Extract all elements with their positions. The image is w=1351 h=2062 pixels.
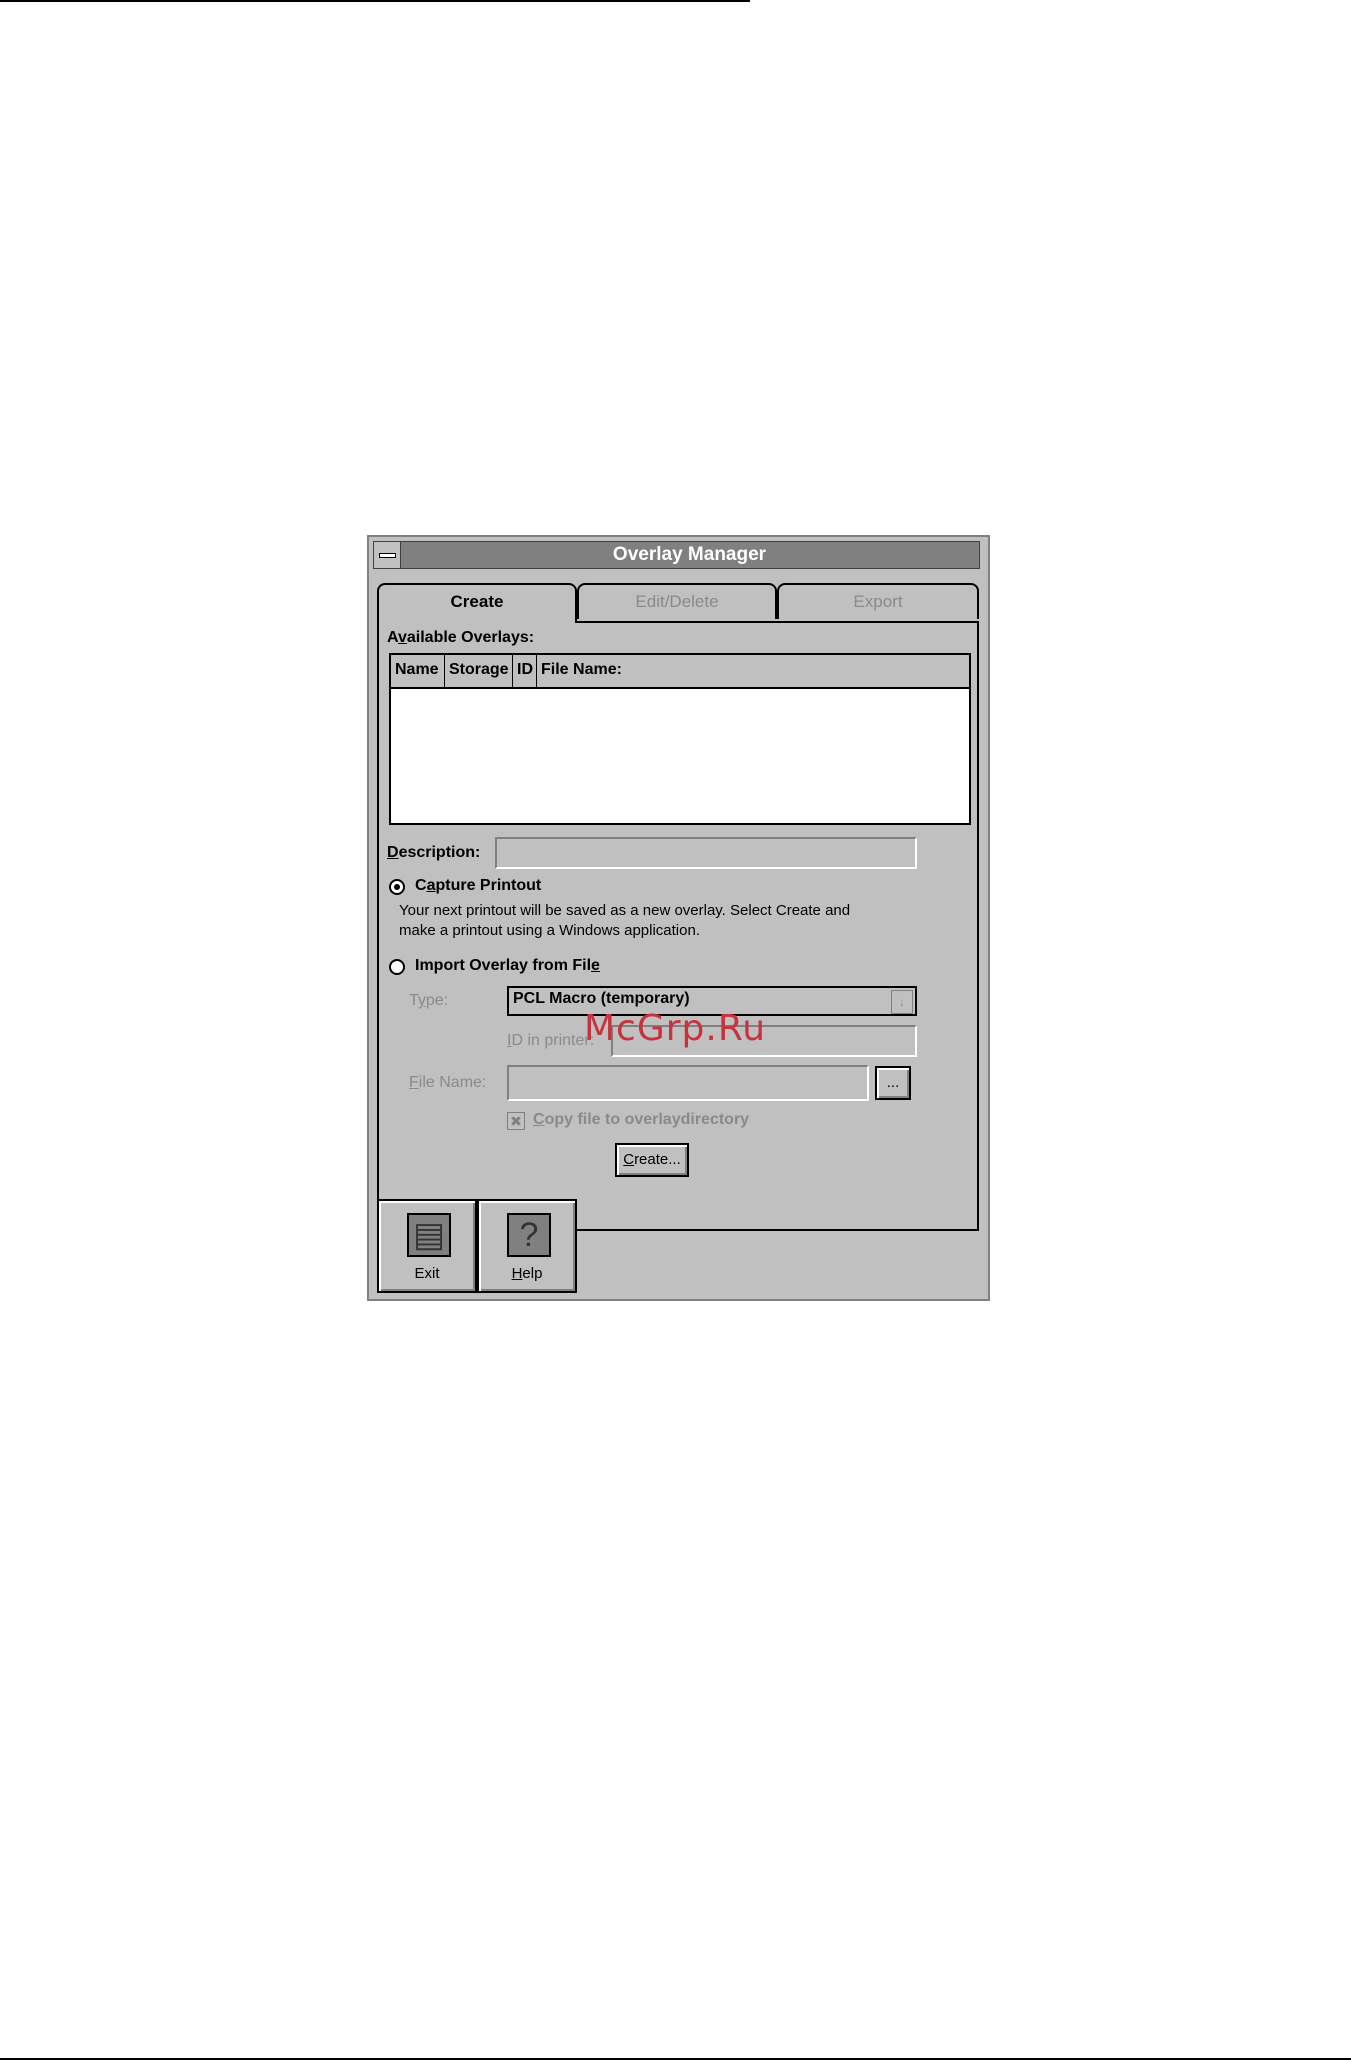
file-name-field[interactable]: [507, 1065, 869, 1101]
column-file-name[interactable]: File Name:: [537, 655, 969, 687]
title-bar: Overlay Manager: [373, 541, 980, 569]
description-field[interactable]: [495, 837, 917, 869]
browse-button[interactable]: ...: [875, 1066, 911, 1100]
overlay-manager-window: Overlay Manager Create Edit/Delete Expor…: [367, 535, 990, 1301]
dropdown-arrow-icon[interactable]: ↓: [891, 990, 913, 1014]
available-overlays-label: Available Overlays:: [387, 629, 535, 646]
create-panel: Available Overlays: Name Storage ID File…: [377, 621, 979, 1231]
capture-printout-label[interactable]: Capture Printout: [415, 877, 541, 895]
question-mark-icon: ?: [507, 1213, 551, 1257]
bottom-rule: [0, 2058, 1351, 2060]
tab-edit-delete[interactable]: Edit/Delete: [577, 583, 777, 619]
exit-door-icon: ▤: [407, 1213, 451, 1257]
tab-create[interactable]: Create: [377, 583, 577, 623]
window-title: Overlay Manager: [612, 544, 767, 565]
system-menu-icon[interactable]: [374, 542, 401, 568]
create-button[interactable]: Create...: [615, 1143, 689, 1177]
column-storage[interactable]: Storage: [445, 655, 513, 687]
help-button[interactable]: ? Help: [477, 1199, 577, 1293]
capture-description-line2: make a printout using a Windows applicat…: [399, 922, 700, 939]
type-label: Type:: [409, 992, 449, 1009]
exit-button[interactable]: ▤ Exit: [377, 1199, 477, 1293]
file-name-label: File Name:: [409, 1074, 487, 1091]
watermark: McGrp.Ru: [584, 1008, 767, 1049]
capture-description-line1: Your next printout will be saved as a ne…: [399, 902, 851, 919]
overlays-list[interactable]: Name Storage ID File Name:: [389, 653, 971, 825]
top-rule: [0, 0, 750, 2]
column-id[interactable]: ID: [513, 655, 537, 687]
copy-file-checkbox[interactable]: ✖: [507, 1112, 525, 1130]
capture-printout-radio[interactable]: [389, 879, 405, 895]
tab-export[interactable]: Export: [777, 583, 979, 619]
column-name[interactable]: Name: [391, 655, 445, 687]
type-select-value: PCL Macro (temporary): [513, 990, 690, 1007]
import-overlay-radio[interactable]: [389, 959, 405, 975]
id-in-printer-label: ID in printer:: [507, 1032, 595, 1049]
description-label: Description:: [387, 844, 481, 861]
overlays-list-header: Name Storage ID File Name:: [391, 655, 969, 689]
exit-label: Exit: [414, 1265, 440, 1282]
help-label: Help: [511, 1265, 543, 1282]
copy-file-label[interactable]: Copy file to overlaydirectory: [533, 1111, 749, 1129]
import-overlay-label[interactable]: Import Overlay from File: [415, 957, 600, 975]
